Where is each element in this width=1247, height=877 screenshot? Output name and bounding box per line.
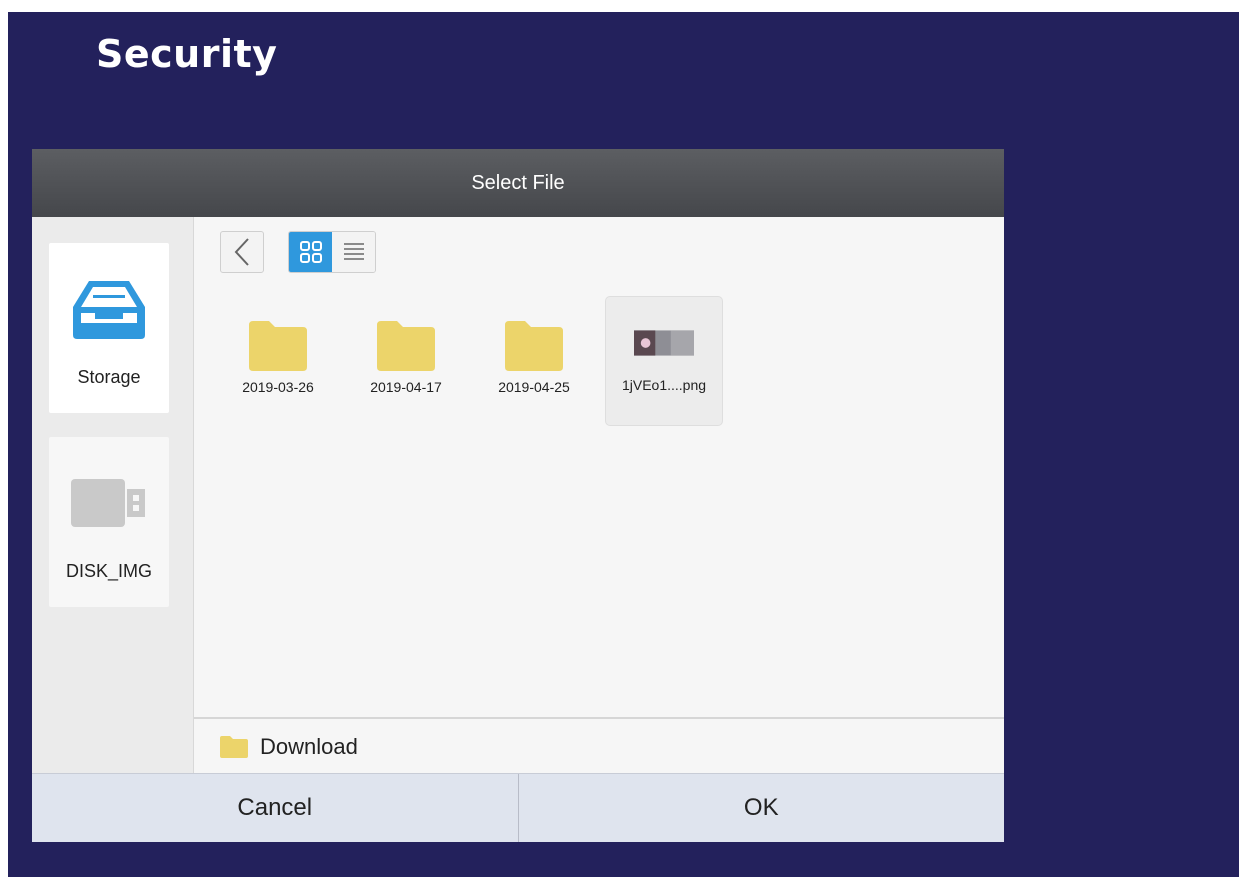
dialog-title: Select File bbox=[32, 149, 1004, 217]
source-item-storage[interactable]: Storage bbox=[49, 243, 169, 413]
image-thumbnail-icon bbox=[634, 317, 694, 369]
folder-item[interactable]: 2019-03-26 bbox=[220, 299, 336, 427]
source-label: DISK_IMG bbox=[65, 561, 153, 581]
folder-item[interactable]: 2019-04-17 bbox=[348, 299, 464, 427]
screen: Security Select File Storage DISK_IMG 20… bbox=[8, 12, 1239, 877]
storage-tray-icon bbox=[71, 275, 147, 343]
back-button[interactable] bbox=[220, 231, 264, 273]
list-view-button[interactable] bbox=[332, 232, 375, 272]
list-view-icon bbox=[343, 243, 364, 260]
folder-icon bbox=[248, 319, 308, 371]
image-file-item[interactable]: 1jVEo1....png bbox=[606, 297, 722, 425]
grid-view-icon bbox=[299, 241, 322, 263]
current-path-label: Download bbox=[260, 734, 358, 759]
chevron-left-icon bbox=[234, 238, 249, 266]
select-file-dialog: Select File Storage DISK_IMG 2019-03-26 … bbox=[32, 149, 1004, 842]
storage-sidebar: Storage DISK_IMG bbox=[32, 217, 194, 773]
view-toggle bbox=[288, 231, 376, 273]
file-name: 2019-04-25 bbox=[498, 379, 570, 395]
file-name: 1jVEo1....png bbox=[621, 377, 707, 393]
file-browser: 2019-03-26 2019-04-17 2019-04-25 1jVEo1.… bbox=[194, 217, 1004, 773]
dialog-buttons: Cancel OK bbox=[32, 773, 1004, 842]
cancel-button[interactable]: Cancel bbox=[32, 774, 518, 842]
file-name: 2019-04-17 bbox=[370, 379, 442, 395]
source-label: Storage bbox=[77, 367, 141, 387]
ok-button[interactable]: OK bbox=[517, 774, 1004, 842]
grid-view-button[interactable] bbox=[289, 232, 332, 272]
usb-drive-icon bbox=[71, 469, 147, 537]
source-item-disk-img[interactable]: DISK_IMG bbox=[49, 437, 169, 607]
folder-item[interactable]: 2019-04-25 bbox=[476, 299, 592, 427]
folder-icon bbox=[220, 736, 248, 758]
folder-icon bbox=[504, 319, 564, 371]
file-name: 2019-03-26 bbox=[242, 379, 314, 395]
page-title: Security bbox=[96, 32, 278, 76]
folder-icon bbox=[376, 319, 436, 371]
current-path-bar: Download bbox=[194, 717, 1004, 775]
